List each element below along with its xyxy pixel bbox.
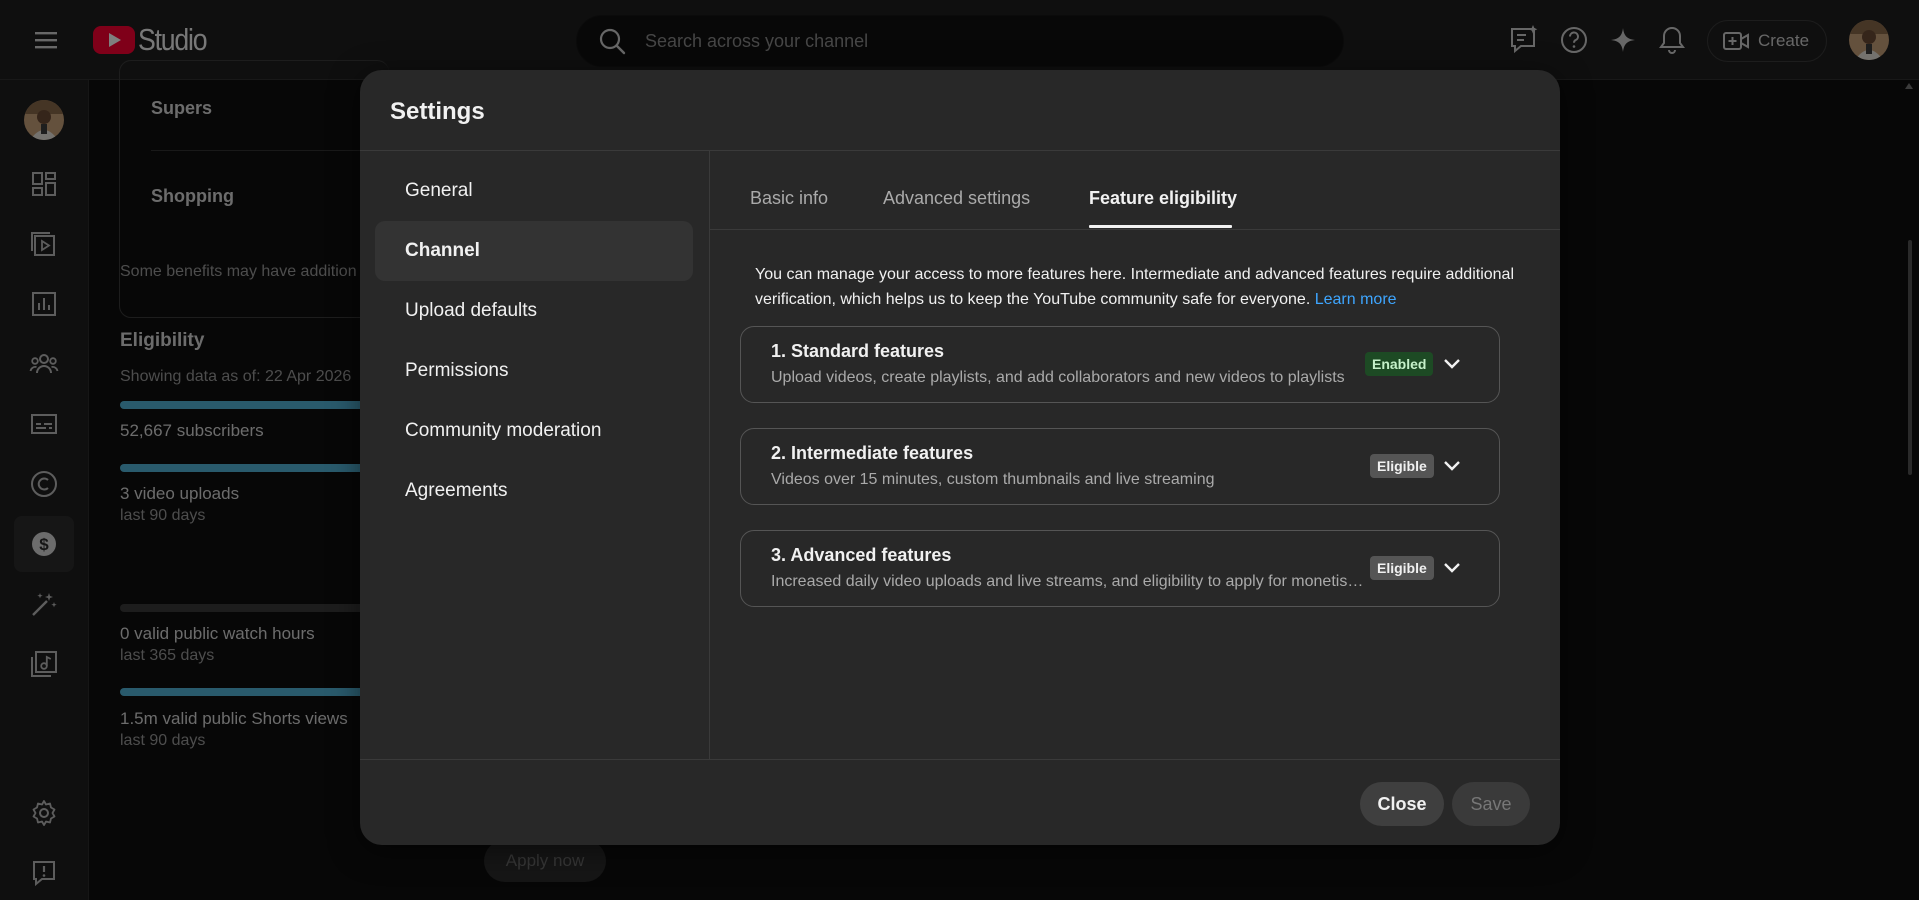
nav-agreements[interactable]: Agreements [375,461,693,521]
nav-permissions[interactable]: Permissions [375,341,693,401]
divider [360,759,1560,760]
tab-feature-eligibility[interactable]: Feature eligibility [1089,188,1237,209]
status-badge: Eligible [1370,454,1434,478]
intro-text: You can manage your access to more featu… [755,266,1514,308]
advanced-features-card[interactable]: 3. Advanced features Increased daily vid… [740,530,1500,607]
tab-basic-info[interactable]: Basic info [750,188,828,209]
nav-general[interactable]: General [375,161,693,221]
active-tab-indicator [1089,225,1232,228]
feature-title: 2. Intermediate features [771,443,974,463]
dialog-title: Settings [390,98,485,125]
divider [710,229,1560,230]
chevron-down-icon[interactable] [1441,455,1463,477]
learn-more-link[interactable]: Learn more [1315,291,1397,308]
feature-title: 1. Standard features [771,341,945,361]
chevron-down-icon[interactable] [1441,557,1463,579]
save-button[interactable]: Save [1452,782,1530,826]
feature-description: Increased daily video uploads and live s… [771,573,1371,590]
chevron-down-icon[interactable] [1441,353,1463,375]
nav-channel[interactable]: Channel [375,221,693,281]
feature-description: Upload videos, create playlists, and add… [771,369,1345,386]
intermediate-features-card[interactable]: 2. Intermediate features Videos over 15 … [740,428,1500,505]
status-badge: Enabled [1365,352,1434,376]
divider [709,150,710,759]
status-badge: Eligible [1370,556,1434,580]
nav-upload-defaults[interactable]: Upload defaults [375,281,693,341]
close-button[interactable]: Close [1360,782,1444,826]
feature-description: Videos over 15 minutes, custom thumbnail… [771,471,1215,488]
standard-features-card[interactable]: 1. Standard features Upload videos, crea… [740,326,1500,403]
feature-eligibility-intro: You can manage your access to more featu… [755,262,1515,312]
tab-advanced-settings[interactable]: Advanced settings [883,188,1030,209]
settings-dialog: Settings General Channel Upload defaults… [360,70,1560,845]
nav-community-moderation[interactable]: Community moderation [375,401,693,461]
feature-title: 3. Advanced features [771,545,952,565]
divider [360,150,1560,151]
